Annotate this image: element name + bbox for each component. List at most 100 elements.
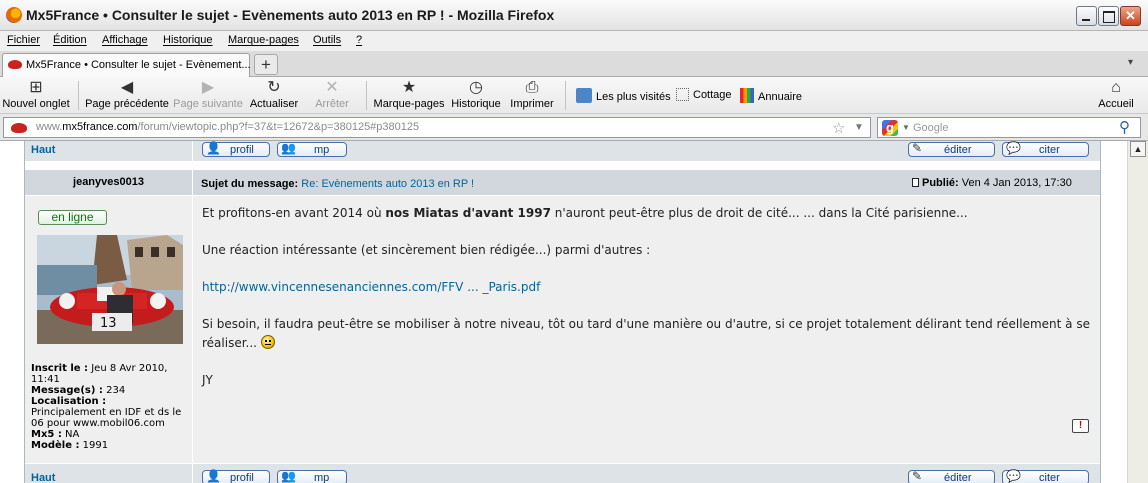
column-separator	[192, 170, 193, 195]
forward-arrow-icon: ▶	[201, 79, 215, 96]
home-button[interactable]: ⌂ Accueil	[1096, 79, 1136, 110]
cottage-favicon-icon	[676, 88, 689, 101]
mx5-favicon-icon	[8, 60, 22, 69]
top-link[interactable]: Haut	[31, 144, 55, 156]
url-dropdown-chevron-icon[interactable]: ▼	[854, 122, 864, 133]
google-engine-icon[interactable]: g	[882, 120, 898, 136]
scroll-up-chevron-icon[interactable]: ▲	[1130, 141, 1146, 157]
back-label: Page précédente	[85, 98, 169, 110]
quote-button[interactable]: 💬 citer	[1002, 141, 1089, 157]
edit-pencil-icon: ✎	[912, 469, 923, 483]
mx5-value: NA	[65, 429, 80, 440]
history-clock-icon: ◷	[469, 79, 483, 96]
profile-icon: 👤	[206, 141, 221, 155]
stop-button[interactable]: ✕ Arrêter	[310, 79, 354, 110]
back-button[interactable]: ◀ Page précédente	[84, 79, 170, 110]
bookmarks-star-icon: ★	[401, 79, 417, 96]
quote-bubble-icon: 💬	[1006, 469, 1021, 483]
profile-button[interactable]: 👤 profil	[202, 469, 270, 483]
post-signature: JY	[202, 373, 213, 387]
pm-button[interactable]: 👥 mp	[277, 469, 347, 483]
confused-smiley-icon	[260, 335, 275, 349]
search-input[interactable]: g ▼ Google ⚲	[877, 117, 1141, 138]
close-icon: ✕	[1125, 8, 1136, 23]
bookmark-star-icon[interactable]: ☆	[832, 119, 845, 137]
pm-button[interactable]: 👥 mp	[277, 141, 347, 157]
bookmark-annuaire[interactable]: Annuaire	[740, 88, 802, 103]
print-label: Imprimer	[510, 98, 554, 110]
bookmarks-label: Marque-pages	[373, 98, 445, 110]
tab-current[interactable]: Mx5France • Consulter le sujet - Evèneme…	[2, 53, 251, 77]
column-separator	[192, 141, 193, 161]
messages-label: Message(s) :	[31, 385, 103, 396]
menu-edition[interactable]: Édition	[53, 34, 87, 46]
search-engine-chevron-icon[interactable]: ▼	[902, 123, 910, 132]
edit-button-label: éditer	[944, 472, 972, 483]
history-button[interactable]: ◷ Historique	[449, 79, 503, 110]
profile-button-label: profil	[230, 472, 254, 483]
menu-fichier[interactable]: Fichier	[7, 34, 40, 46]
post-author[interactable]: jeanyves0013	[25, 176, 192, 188]
most-visited-label: Les plus visités	[596, 91, 671, 103]
search-icon[interactable]: ⚲	[1119, 118, 1130, 136]
edit-button[interactable]: ✎ éditer	[908, 141, 995, 157]
edit-button[interactable]: ✎ éditer	[908, 469, 995, 483]
annuaire-favicon-icon	[740, 88, 754, 103]
profile-button-label: profil	[230, 144, 254, 156]
close-button[interactable]: ✕	[1120, 6, 1141, 26]
tab-list-chevron-icon[interactable]: ▾	[1128, 57, 1133, 68]
menu-outils[interactable]: Outils	[313, 34, 341, 46]
quote-button-label: citer	[1039, 472, 1060, 483]
profile-button[interactable]: 👤 profil	[202, 141, 270, 157]
profile-icon: 👤	[206, 469, 221, 483]
forward-button[interactable]: ▶ Page suivante	[172, 79, 244, 110]
bookmark-most-visited[interactable]: Les plus visités	[576, 88, 671, 103]
post-link[interactable]: http://www.vincennesenanciennes.com/FFV …	[202, 280, 540, 294]
top-link[interactable]: Haut	[31, 472, 55, 483]
post-body: Et profitons-en avant 2014 où nos Miatas…	[202, 204, 1092, 408]
model-value: 1991	[82, 440, 109, 451]
new-tab-button[interactable]: +	[254, 54, 278, 75]
post-paragraph: Une réaction intéressante (et sincèremen…	[202, 243, 651, 257]
reload-button[interactable]: ↻ Actualiser	[248, 79, 300, 110]
tab-strip: Mx5France • Consulter le sujet - Evèneme…	[0, 51, 1148, 77]
mx5-label: Mx5 :	[31, 429, 62, 440]
reload-label: Actualiser	[249, 98, 299, 110]
stop-icon: ✕	[325, 79, 339, 96]
search-placeholder: Google	[913, 122, 949, 134]
column-separator	[192, 196, 193, 463]
minimize-button[interactable]	[1076, 6, 1097, 26]
home-label: Accueil	[1098, 98, 1134, 110]
url-input[interactable]: www.mx5france.com/forum/viewtopic.php?f=…	[3, 117, 871, 138]
maximize-button[interactable]	[1098, 6, 1119, 26]
menu-marque-pages[interactable]: Marque-pages	[228, 34, 299, 46]
row-spacer	[25, 162, 1100, 170]
post-document-icon[interactable]	[912, 178, 919, 187]
report-post-icon[interactable]: !	[1072, 419, 1089, 433]
history-label: Historique	[451, 98, 501, 110]
location-value: Principalement en IDF et ds le 06 pour w…	[31, 407, 182, 429]
page-content: Haut 👤 profil 👥 mp ✎ éditer 💬 citer jean…	[0, 141, 1127, 483]
navigation-toolbar: ⊞ Nouvel onglet ◀ Page précédente ▶ Page…	[0, 77, 1148, 114]
quote-button[interactable]: 💬 citer	[1002, 469, 1089, 483]
new-tab-label: Nouvel onglet	[2, 98, 70, 110]
menu-help[interactable]: ?	[356, 34, 362, 46]
avatar: 13	[37, 235, 183, 344]
print-button[interactable]: ⎙ Imprimer	[508, 79, 556, 110]
forward-label: Page suivante	[173, 98, 243, 110]
pm-users-icon: 👥	[281, 469, 296, 483]
post-subject-link[interactable]: Re: Evènements auto 2013 en RP !	[301, 178, 474, 190]
menu-affichage[interactable]: Affichage	[102, 34, 148, 46]
url-text: www.mx5france.com/forum/viewtopic.php?f=…	[36, 121, 420, 133]
window-title: Mx5France • Consulter le sujet - Evèneme…	[26, 7, 555, 23]
edit-pencil-icon: ✎	[912, 141, 923, 155]
menu-historique[interactable]: Historique	[163, 34, 213, 46]
new-tab-toolbar-button[interactable]: ⊞ Nouvel onglet	[2, 79, 70, 110]
edit-button-label: éditer	[944, 144, 972, 156]
avatar-image: 13	[37, 235, 183, 344]
toolbar-separator	[366, 81, 367, 110]
back-arrow-icon: ◀	[120, 79, 134, 96]
bookmarks-button[interactable]: ★ Marque-pages	[372, 79, 446, 110]
vertical-scrollbar[interactable]: ▲	[1127, 141, 1148, 483]
bookmark-cottage[interactable]: Cottage	[676, 88, 732, 101]
